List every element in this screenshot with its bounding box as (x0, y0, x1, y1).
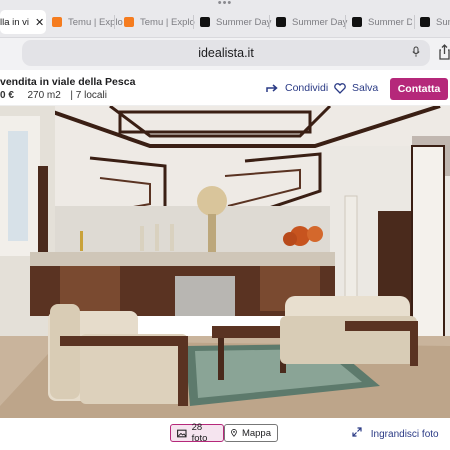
gallery-toolbar: 28 foto Mappa Ingrandisci foto (0, 418, 450, 450)
enlarge-photo-button[interactable]: Ingrandisci foto (352, 427, 439, 440)
tab-label: Summer Day (368, 16, 412, 28)
address-bar-row: idealista.it (0, 38, 450, 93)
listing-price: 0 € (0, 90, 14, 101)
tab-label: Summer Day (216, 16, 272, 28)
tab-summer-day-1[interactable]: Summer Day (200, 12, 272, 32)
summer-day-icon (276, 17, 286, 27)
browser-window: ••• lla in vi ✕ Temu | Explo Temu | Expl… (0, 0, 450, 450)
summary-separator: | (70, 90, 73, 101)
map-label: Mappa (241, 427, 271, 439)
save-button[interactable]: Salva (334, 82, 378, 94)
expand-icon (352, 427, 362, 437)
listing-photo[interactable] (0, 106, 450, 418)
summer-day-icon (420, 17, 430, 27)
listing-rooms: 7 locali (75, 90, 107, 101)
tab-summer-day-2[interactable]: Summer Day (276, 12, 348, 32)
tab-active[interactable]: lla in vi ✕ (0, 10, 46, 34)
tab-summer-day-4[interactable]: Summ (420, 12, 450, 32)
share-icon[interactable] (439, 44, 450, 60)
tab-label: Temu | Explo (140, 16, 195, 28)
summer-day-icon (200, 17, 210, 27)
tab-summer-day-3[interactable]: Summer Day (352, 12, 412, 32)
tab-strip: ••• lla in vi ✕ Temu | Explo Temu | Expl… (0, 0, 450, 38)
microphone-icon[interactable] (412, 46, 420, 58)
temu-icon (52, 17, 62, 27)
listing-header: vendita in viale della Pesca 0 € 270 m2 … (0, 70, 450, 106)
tab-label: Summer Day (292, 16, 348, 28)
tab-divider (345, 15, 346, 29)
contact-button[interactable]: Contatta (390, 78, 448, 100)
listing-area: 270 m2 (27, 90, 61, 101)
url-text: idealista.it (198, 46, 254, 60)
map-pin-icon (231, 429, 237, 437)
enlarge-photo-label: Ingrandisci foto (370, 429, 439, 440)
summer-day-icon (352, 17, 362, 27)
photos-button[interactable]: 28 foto (170, 422, 224, 444)
tab-divider (114, 15, 115, 29)
image-icon (177, 429, 187, 437)
living-room-photo (0, 106, 450, 418)
tab-divider (414, 15, 415, 29)
listing-summary: 0 € 270 m2 | 7 locali (0, 90, 107, 101)
heart-icon (334, 82, 346, 94)
tab-label: lla in vi (0, 16, 30, 28)
share-button[interactable]: Condividi (266, 82, 328, 94)
close-icon[interactable]: ✕ (35, 16, 44, 29)
tab-label: Summ (436, 16, 450, 28)
share-label: Condividi (285, 82, 329, 94)
tab-divider (269, 15, 270, 29)
listing-title: vendita in viale della Pesca (0, 76, 136, 88)
tab-temu-2[interactable]: Temu | Explo (124, 12, 196, 32)
photos-count-label: 28 foto (191, 422, 208, 444)
tab-divider (193, 15, 194, 29)
temu-icon (124, 17, 134, 27)
share-arrow-icon (266, 84, 278, 92)
tab-strip-menu-dots[interactable]: ••• (210, 0, 240, 9)
save-label: Salva (352, 82, 379, 94)
address-bar[interactable]: idealista.it (22, 40, 430, 66)
map-button[interactable]: Mappa (224, 424, 278, 442)
